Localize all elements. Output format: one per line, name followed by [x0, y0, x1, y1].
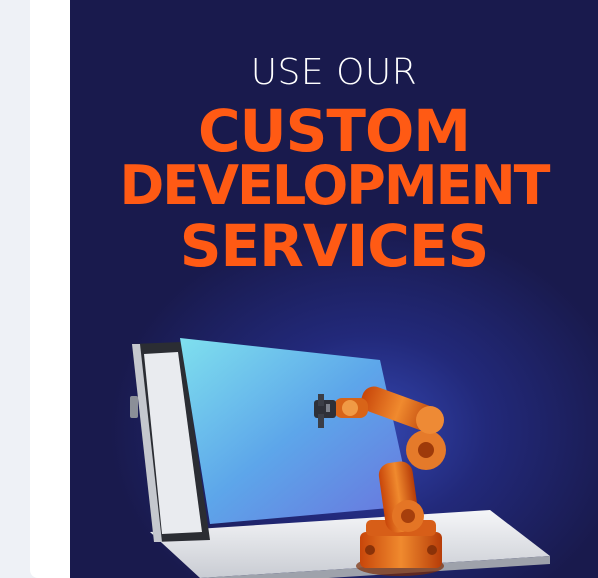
headline-custom: CUSTOM	[197, 97, 471, 165]
robot-gripper	[314, 400, 336, 418]
promo-banner[interactable]: USE OUR CUSTOM DEVELOPMENT SERVICES	[70, 0, 598, 578]
page: USE OUR CUSTOM DEVELOPMENT SERVICES	[0, 0, 598, 578]
laptop-robot-illustration	[130, 338, 550, 578]
headline-development: DEVELOPMENT	[119, 154, 550, 217]
headline-services: SERVICES	[179, 212, 489, 280]
floating-screen	[180, 338, 412, 524]
headline-intro: USE OUR	[250, 52, 418, 93]
